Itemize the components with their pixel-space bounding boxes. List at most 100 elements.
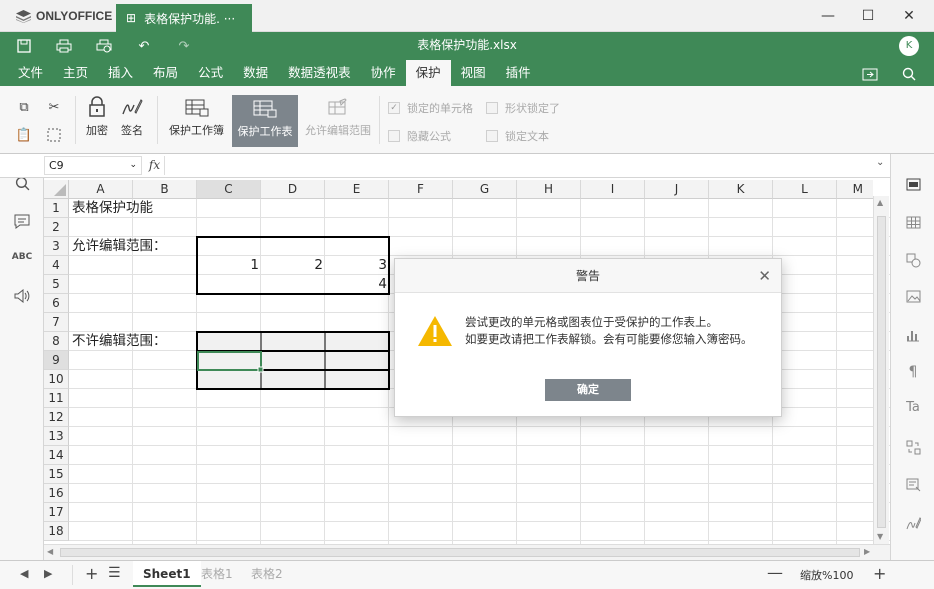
tab-layout[interactable]: 布局 — [143, 60, 188, 86]
shape-locked-checkbox[interactable]: 形状锁定了 — [486, 100, 560, 116]
formula-input[interactable] — [170, 156, 870, 175]
row-header[interactable]: 12 — [44, 408, 69, 427]
scroll-up-icon[interactable]: ▲ — [877, 198, 883, 207]
vertical-scroll-thumb[interactable] — [877, 216, 886, 528]
row-header[interactable]: 18 — [44, 522, 69, 541]
row-header[interactable]: 1 — [44, 199, 69, 218]
encrypt-button[interactable]: 加密 — [82, 94, 112, 146]
zoom-out-icon[interactable]: — — [767, 563, 783, 582]
cut-icon[interactable]: ✂ — [45, 98, 63, 116]
document-tab[interactable]: ⊞ 表格保护功能. ··· — [116, 4, 252, 32]
quick-print-icon[interactable] — [94, 36, 114, 56]
row-header[interactable]: 5 — [44, 275, 69, 294]
sheet-list-icon[interactable]: ☰ — [108, 565, 121, 581]
zoom-in-icon[interactable]: + — [873, 564, 886, 583]
open-location-icon[interactable] — [860, 64, 880, 84]
prev-sheet-icon[interactable]: ◀ — [20, 567, 28, 580]
horizontal-scroll-thumb[interactable] — [60, 548, 860, 557]
row-header[interactable]: 11 — [44, 389, 69, 408]
row-header[interactable]: 17 — [44, 503, 69, 522]
column-header[interactable]: L — [773, 180, 837, 199]
text-art-settings-icon[interactable]: Ta — [891, 400, 934, 415]
signature-settings-icon[interactable] — [891, 516, 934, 535]
cell-settings-icon[interactable] — [891, 178, 934, 195]
cell-name-box[interactable]: C9 ⌄ — [44, 156, 142, 175]
function-icon[interactable]: fx — [145, 156, 165, 175]
row-header[interactable]: 10 — [44, 370, 69, 389]
tab-file[interactable]: 文件 — [8, 60, 53, 86]
undo-icon[interactable]: ↶ — [134, 36, 154, 56]
ok-button[interactable]: 确定 — [545, 379, 631, 401]
row-header[interactable]: 3 — [44, 237, 69, 256]
protect-sheet-button[interactable]: 保护工作表 — [232, 95, 298, 147]
form-settings-icon[interactable] — [891, 478, 934, 497]
image-settings-icon[interactable] — [891, 290, 934, 307]
tab-insert[interactable]: 插入 — [98, 60, 143, 86]
tab-plugins[interactable]: 插件 — [496, 60, 541, 86]
tab-collaboration[interactable]: 协作 — [361, 60, 406, 86]
paste-icon[interactable]: 📋 — [15, 126, 33, 144]
tab-home[interactable]: 主页 — [53, 60, 98, 86]
protect-workbook-button[interactable]: 保护工作簿 — [165, 94, 228, 146]
lock-text-checkbox[interactable]: 锁定文本 — [486, 128, 549, 144]
user-avatar[interactable]: K — [899, 36, 919, 56]
tab-formula[interactable]: 公式 — [188, 60, 233, 86]
tab-protection[interactable]: 保护 — [405, 60, 451, 86]
feedback-speaker-icon[interactable] — [0, 288, 44, 307]
row-header[interactable]: 7 — [44, 313, 69, 332]
expand-formula-chevron-icon[interactable]: ⌄ — [876, 157, 884, 168]
signature-button[interactable]: 签名 — [117, 94, 147, 146]
pivot-settings-icon[interactable] — [891, 440, 934, 459]
scroll-right-icon[interactable]: ▶ — [864, 547, 870, 556]
row-header[interactable]: 8 — [44, 332, 69, 351]
horizontal-scrollbar[interactable]: ◀ ▶ — [44, 544, 890, 560]
comment-icon[interactable] — [0, 214, 44, 233]
scroll-down-icon[interactable]: ▼ — [877, 532, 883, 541]
scroll-left-icon[interactable]: ◀ — [47, 547, 53, 556]
select-all-corner[interactable] — [44, 180, 69, 199]
column-header[interactable]: H — [517, 180, 581, 199]
add-sheet-icon[interactable]: + — [85, 564, 98, 583]
column-header[interactable]: B — [133, 180, 197, 199]
save-icon[interactable] — [14, 36, 34, 56]
row-header[interactable]: 2 — [44, 218, 69, 237]
column-header[interactable]: J — [645, 180, 709, 199]
column-header[interactable]: A — [69, 180, 133, 199]
row-header[interactable]: 9 — [44, 351, 69, 370]
tab-data[interactable]: 数据 — [233, 60, 278, 86]
close-icon[interactable]: ✕ — [758, 259, 771, 293]
minimize-button[interactable]: — — [818, 6, 838, 26]
search-icon[interactable] — [0, 176, 44, 195]
column-header[interactable]: I — [581, 180, 645, 199]
print-icon[interactable] — [54, 36, 74, 56]
column-header[interactable]: C — [197, 180, 261, 199]
shape-settings-icon[interactable] — [891, 253, 934, 272]
copy-icon[interactable]: ⧉ — [15, 98, 33, 116]
row-header[interactable]: 4 — [44, 256, 69, 275]
chart-settings-icon[interactable] — [891, 328, 934, 346]
column-header[interactable]: M — [837, 180, 873, 199]
row-header[interactable]: 15 — [44, 465, 69, 484]
redo-icon[interactable]: ↷ — [174, 36, 194, 56]
tab-pivot-table[interactable]: 数据透视表 — [278, 60, 361, 86]
row-header[interactable]: 14 — [44, 446, 69, 465]
allow-edit-ranges-button[interactable]: 允许编辑范围 — [301, 94, 375, 146]
vertical-scrollbar[interactable]: ▲ ▼ — [873, 196, 889, 544]
tab-view[interactable]: 视图 — [451, 60, 496, 86]
column-header[interactable]: G — [453, 180, 517, 199]
next-sheet-icon[interactable]: ▶ — [44, 567, 52, 580]
zoom-level[interactable]: 缩放%100 — [800, 567, 853, 583]
maximize-button[interactable]: ☐ — [858, 6, 878, 26]
spellcheck-icon[interactable]: ABC — [0, 252, 44, 262]
paragraph-settings-icon[interactable]: ¶ — [891, 364, 934, 380]
close-window-button[interactable]: ✕ — [899, 6, 919, 26]
column-header[interactable]: F — [389, 180, 453, 199]
column-header[interactable]: E — [325, 180, 389, 199]
row-header[interactable]: 6 — [44, 294, 69, 313]
hidden-formula-checkbox[interactable]: 隐藏公式 — [388, 128, 451, 144]
table-settings-icon[interactable] — [891, 216, 934, 233]
column-header[interactable]: D — [261, 180, 325, 199]
sheet-tab[interactable]: 表格2 — [241, 561, 293, 587]
search-icon[interactable] — [899, 64, 919, 84]
locked-cell-checkbox[interactable]: ✓ 锁定的单元格 — [388, 100, 473, 116]
